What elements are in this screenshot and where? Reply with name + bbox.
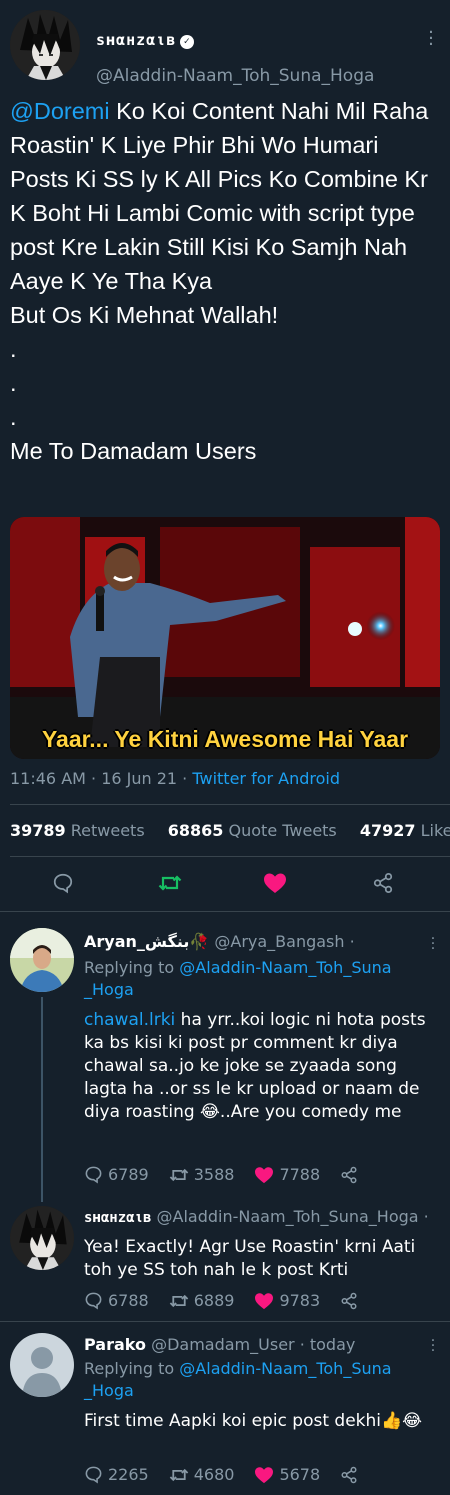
rose-emoji: 🥀 <box>189 932 210 951</box>
author-avatar[interactable] <box>10 10 80 80</box>
tweet-client-link[interactable]: Twitter for Android <box>192 769 340 788</box>
likes-stat[interactable]: 47927 Likes <box>360 821 450 840</box>
reply-avatar[interactable] <box>10 928 74 992</box>
reply-avatar[interactable] <box>10 1333 74 1397</box>
share-icon[interactable] <box>340 1292 363 1310</box>
tweet-header: sʜαнzαιв ✓ @Aladdin-Naam_Toh_Suna_Hoga · ·… <box>10 10 440 86</box>
reply-tweet[interactable]: Parako @Damadam_User · today · · · Replyin… <box>0 1321 450 1495</box>
reply-text: First time Aapki koi epic post dekhi👍😂 <box>84 1411 423 1431</box>
more-options-icon[interactable]: · · · <box>430 932 436 956</box>
comedian-photo <box>10 517 440 759</box>
replying-to-link[interactable]: @Aladdin-Naam_Toh_Suna <box>179 1359 391 1378</box>
author-name-text: sʜαнzαιв <box>96 31 177 49</box>
replying-to-link[interactable]: @Aladdin-Naam_Toh_Suna <box>179 958 391 977</box>
share-icon[interactable] <box>368 868 398 898</box>
tweet-media[interactable]: Yaar... Ye Kitni Awesome Hai Yaar <box>10 517 440 759</box>
tweet-body-text: Ko Koi Content Nahi Mil Raha Roastin' K … <box>10 98 429 464</box>
reply-count[interactable]: 6789 <box>84 1165 149 1184</box>
tweet-meta: 11:46 AM · 16 Jun 21 · Twitter for Andro… <box>10 769 340 788</box>
replying-to: Replying to @Aladdin-Naam_Toh_Suna _Hoga <box>84 958 392 999</box>
retweets-stat[interactable]: 39789 Retweets <box>10 821 145 840</box>
mention-link[interactable]: chawal.lrki <box>84 1010 175 1030</box>
replying-to-link-cont[interactable]: _Hoga <box>84 1381 134 1400</box>
verified-icon: ✓ <box>180 35 195 49</box>
reply-actions: 6788 6889 9783 <box>84 1291 383 1310</box>
reply-author-name[interactable]: Aryan_بنگش <box>84 932 189 951</box>
retweet-icon[interactable] <box>155 868 185 898</box>
reply-header: sʜαнzαιв @Aladdin-Naam_Toh_Suna_Hoga · <box>84 1207 444 1226</box>
like-icon[interactable] <box>260 868 290 898</box>
retweet-count[interactable]: 6889 <box>169 1291 234 1310</box>
like-count[interactable]: 5678 <box>254 1465 320 1484</box>
reply-tweet[interactable]: sʜαнzαιв @Aladdin-Naam_Toh_Suna_Hoga · Y… <box>0 1201 450 1321</box>
reply-author-handle[interactable]: @Aladdin-Naam_Toh_Suna_Hoga · <box>157 1207 429 1226</box>
like-count[interactable]: 9783 <box>254 1291 320 1310</box>
reply-author-name[interactable]: Parako <box>84 1335 146 1354</box>
tweet-body: @Doremi Ko Koi Content Nahi Mil Raha Roa… <box>10 94 442 468</box>
reply-text: Yea! Exactly! Agr Use Roastin' krni Aati… <box>84 1237 416 1280</box>
replying-to: Replying to @Aladdin-Naam_Toh_Suna _Hoga <box>84 1359 392 1400</box>
divider <box>10 804 450 805</box>
tweet-stats: 39789 Retweets 68865 Quote Tweets 47927 … <box>10 821 450 840</box>
more-options-icon[interactable]: · · · <box>428 24 434 54</box>
tweet-timestamp[interactable]: 11:46 AM · 16 Jun 21 · <box>10 769 192 788</box>
share-icon[interactable] <box>340 1166 363 1184</box>
reply-icon[interactable] <box>48 868 78 898</box>
reply-tweet[interactable]: Aryan_بنگش🥀 @Arya_Bangash · · · · Replying… <box>0 911 450 1202</box>
replying-to-link-cont[interactable]: _Hoga <box>84 980 134 999</box>
reply-actions: 2265 4680 5678 <box>84 1465 383 1484</box>
thread-line <box>41 997 43 1202</box>
tweet-actions <box>0 868 450 900</box>
default-avatar-icon <box>10 1333 74 1397</box>
divider <box>10 856 450 857</box>
media-caption: Yaar... Ye Kitni Awesome Hai Yaar <box>41 726 409 752</box>
reply-avatar[interactable] <box>10 1206 74 1270</box>
reply-author-handle[interactable]: @Arya_Bangash · <box>214 932 354 951</box>
reply-author-handle[interactable]: @Damadam_User · today <box>151 1335 355 1354</box>
author-handle[interactable]: @Aladdin-Naam_Toh_Suna_Hoga <box>96 66 374 86</box>
retweet-count[interactable]: 4680 <box>169 1465 234 1484</box>
mention-link[interactable]: @Doremi <box>10 98 110 124</box>
reply-header: Aryan_بنگش🥀 @Arya_Bangash · <box>84 932 444 951</box>
reply-header: Parako @Damadam_User · today <box>84 1335 444 1354</box>
reply-author-name[interactable]: sʜαнzαιв <box>84 1210 151 1226</box>
retweet-count[interactable]: 3588 <box>169 1165 234 1184</box>
like-count[interactable]: 7788 <box>254 1165 320 1184</box>
reply-text: chawal.lrki ha yrr..koi logic ni hota po… <box>84 1009 440 1124</box>
reply-count[interactable]: 2265 <box>84 1465 149 1484</box>
author-name[interactable]: sʜαнzαιв ✓ <box>96 31 195 49</box>
quotes-stat[interactable]: 68865 Quote Tweets <box>168 821 337 840</box>
reply-actions: 6789 3588 7788 <box>84 1165 383 1184</box>
more-options-icon[interactable]: · · · <box>430 1334 436 1358</box>
reply-count[interactable]: 6788 <box>84 1291 149 1310</box>
share-icon[interactable] <box>340 1466 363 1484</box>
